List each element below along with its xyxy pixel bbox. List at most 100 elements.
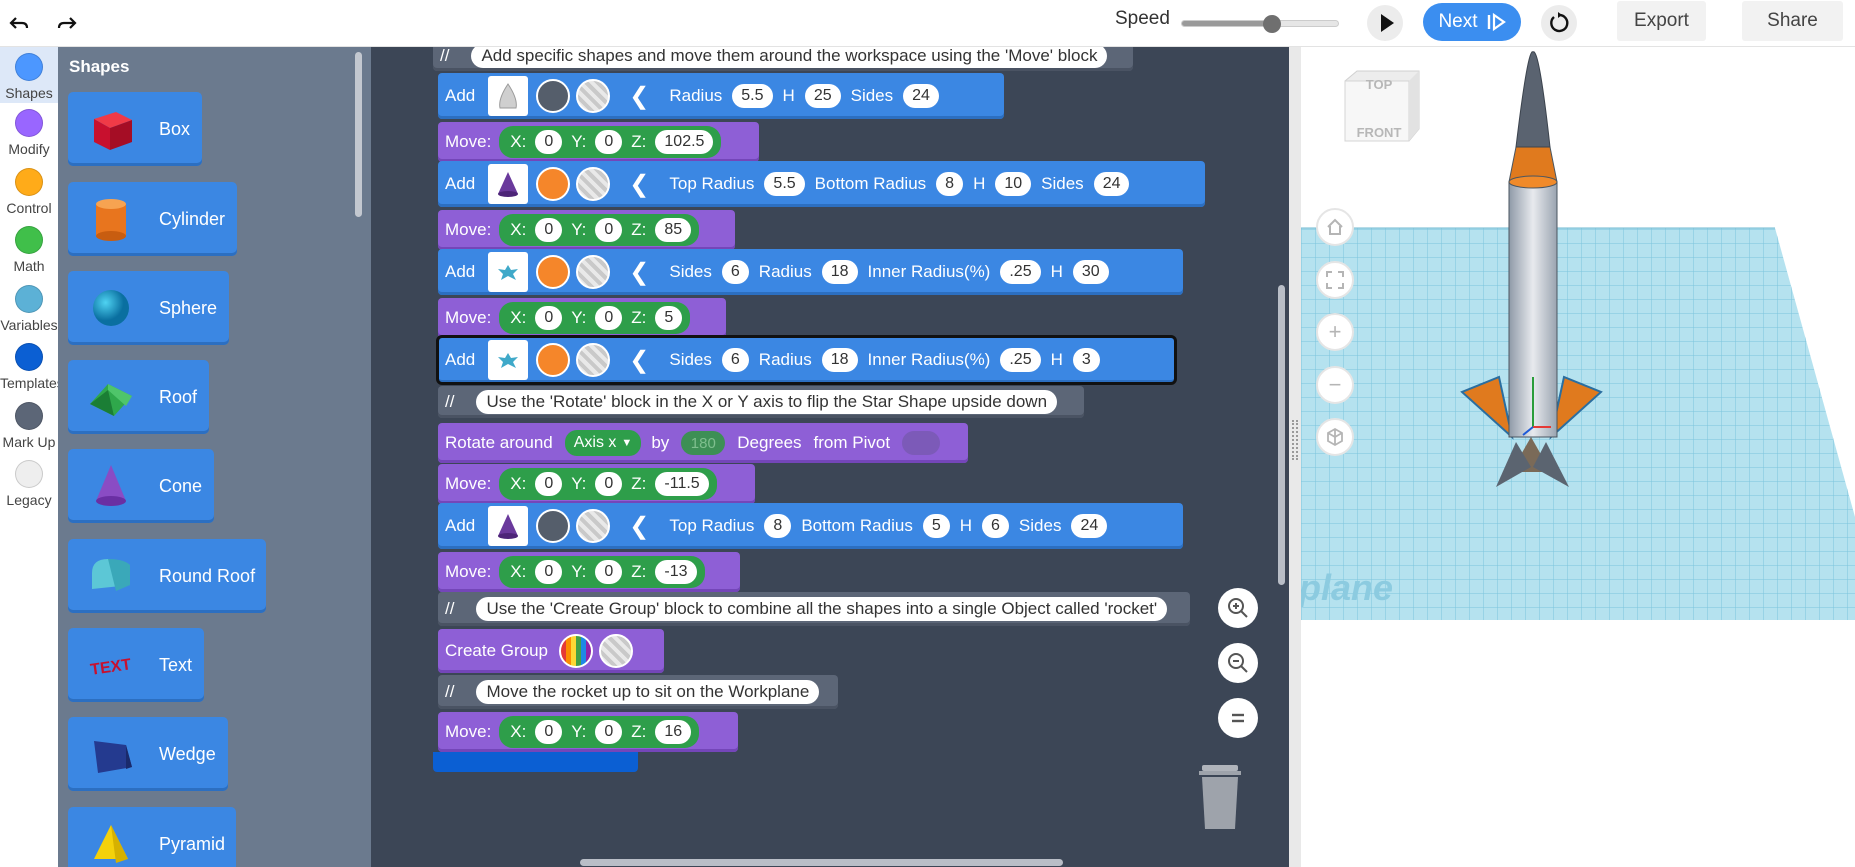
hole-swatch[interactable]	[576, 255, 611, 289]
view-cube-front[interactable]: FRONT	[1349, 125, 1409, 140]
comment-block[interactable]: // Use the 'Rotate' block in the X or Y …	[438, 386, 1084, 418]
star-icon[interactable]	[488, 340, 529, 380]
x-input[interactable]: 0	[535, 720, 563, 744]
bottom-radius-input[interactable]: 5	[922, 514, 950, 538]
workspace-horizontal-scrollbar[interactable]	[580, 859, 1063, 866]
add-shape-block[interactable]: Add ❮ Sides 6 Radius 18 Inner Radius(%) …	[438, 249, 1183, 295]
shape-box[interactable]: Box	[68, 92, 202, 166]
flyout-scrollbar[interactable]	[355, 52, 362, 217]
sides-input[interactable]: 24	[903, 84, 939, 108]
color-swatch[interactable]	[536, 167, 571, 201]
hole-swatch[interactable]	[599, 634, 633, 668]
next-button[interactable]: Next	[1423, 3, 1521, 41]
reset-button[interactable]	[1541, 5, 1577, 41]
z-input[interactable]: 85	[655, 218, 692, 242]
sides-input[interactable]: 6	[721, 260, 749, 284]
zoom-reset-button[interactable]	[1218, 698, 1258, 738]
collapse-chevron-icon[interactable]: ❮	[629, 170, 649, 199]
radius-input[interactable]: 18	[821, 260, 858, 284]
shape-sphere[interactable]: Sphere	[68, 271, 229, 345]
comment-block[interactable]: // Use the 'Create Group' block to combi…	[438, 592, 1190, 626]
color-swatch[interactable]	[536, 343, 571, 377]
x-input[interactable]: 0	[535, 560, 563, 584]
code-workspace[interactable]: // Add specific shapes and move them aro…	[371, 47, 1289, 867]
y-input[interactable]: 0	[595, 130, 623, 154]
z-input[interactable]: -11.5	[655, 472, 709, 496]
shape-cone[interactable]: Cone	[68, 449, 214, 523]
shape-round-roof[interactable]: Round Roof	[68, 539, 266, 613]
hole-swatch[interactable]	[576, 343, 611, 377]
hole-swatch[interactable]	[576, 509, 611, 543]
move-block[interactable]: Move: X: 0 Y: 0 Z: 16	[438, 712, 738, 752]
collapse-chevron-icon[interactable]: ❮	[629, 512, 649, 541]
export-button[interactable]: Export	[1617, 1, 1706, 41]
add-shape-block-selected[interactable]: Add ❮ Sides 6 Radius 18 Inner Radius(%) …	[436, 335, 1177, 385]
height-input[interactable]: 6	[982, 514, 1009, 538]
add-shape-block[interactable]: Add ❮ Radius 5.5 H 25 Sides 24	[438, 73, 1004, 119]
y-input[interactable]: 0	[595, 720, 623, 744]
add-shape-block[interactable]: Add ❮ Top Radius 5.5 Bottom Radius 8 H 1…	[438, 161, 1205, 207]
bottom-radius-input[interactable]: 8	[936, 172, 964, 196]
axis-dropdown[interactable]: Axis x ▼	[564, 430, 642, 456]
star-icon[interactable]	[488, 252, 529, 292]
move-block[interactable]: Move: X: 0 Y: 0 Z: -11.5	[438, 464, 755, 504]
share-button[interactable]: Share	[1742, 1, 1843, 41]
radius-input[interactable]: 18	[821, 348, 858, 372]
y-input[interactable]: 0	[595, 560, 623, 584]
degrees-input[interactable]: 180	[681, 431, 726, 455]
sides-input[interactable]: 24	[1071, 514, 1108, 538]
move-block[interactable]: Move: X: 0 Y: 0 Z: -13	[438, 552, 740, 592]
zoom-out-view-button[interactable]: −	[1316, 366, 1354, 404]
category-modify[interactable]: Modify	[0, 109, 58, 157]
create-group-block[interactable]: Create Group	[438, 629, 664, 673]
inner-radius-input[interactable]: .25	[1000, 348, 1041, 372]
speed-slider-thumb[interactable]	[1263, 15, 1282, 33]
shape-cylinder[interactable]: Cylinder	[68, 182, 237, 256]
z-input[interactable]: 16	[655, 720, 692, 744]
cone-icon[interactable]	[488, 164, 529, 204]
inner-radius-input[interactable]: .25	[1000, 260, 1041, 284]
shape-text[interactable]: TEXT Text	[68, 628, 204, 702]
sides-input[interactable]: 6	[721, 348, 749, 372]
paraboloid-icon[interactable]	[488, 76, 529, 116]
category-markup[interactable]: Mark Up	[0, 402, 58, 450]
zoom-in-button[interactable]	[1218, 588, 1258, 628]
comment-text[interactable]: Add specific shapes and move them around…	[471, 47, 1108, 68]
y-input[interactable]: 0	[595, 306, 623, 330]
drag-handle-icon[interactable]	[1292, 420, 1298, 460]
collapse-chevron-icon[interactable]: ❮	[629, 346, 649, 375]
y-input[interactable]: 0	[595, 218, 623, 242]
fit-view-button[interactable]	[1316, 261, 1354, 299]
comment-text[interactable]: Move the rocket up to sit on the Workpla…	[476, 680, 820, 704]
pivot-slot[interactable]	[902, 431, 941, 455]
collapse-chevron-icon[interactable]: ❮	[629, 82, 649, 111]
multicolor-swatch[interactable]	[559, 634, 593, 668]
height-input[interactable]: 3	[1072, 348, 1100, 372]
shape-pyramid[interactable]: Pyramid	[68, 807, 236, 867]
radius-input[interactable]: 5.5	[732, 84, 773, 108]
undo-icon[interactable]	[3, 8, 35, 40]
workspace-vertical-scrollbar[interactable]	[1278, 285, 1285, 585]
category-variables[interactable]: Variables	[0, 285, 58, 333]
category-shapes[interactable]: Shapes	[0, 47, 58, 103]
category-templates[interactable]: Templates	[0, 343, 64, 391]
color-swatch[interactable]	[536, 509, 571, 543]
z-input[interactable]: 5	[655, 306, 683, 330]
zoom-out-button[interactable]	[1218, 643, 1258, 683]
height-input[interactable]: 30	[1072, 260, 1109, 284]
hole-swatch[interactable]	[576, 79, 611, 113]
x-input[interactable]: 0	[535, 130, 563, 154]
x-input[interactable]: 0	[535, 306, 563, 330]
color-swatch[interactable]	[536, 255, 571, 289]
height-input[interactable]: 25	[804, 84, 841, 108]
3d-viewport[interactable]: plane TOP FRONT + −	[1301, 47, 1855, 867]
comment-block[interactable]: // Add specific shapes and move them aro…	[433, 47, 1133, 71]
hole-swatch[interactable]	[576, 167, 611, 201]
category-math[interactable]: Math	[0, 226, 58, 274]
category-control[interactable]: Control	[0, 168, 58, 216]
speed-slider[interactable]	[1181, 15, 1339, 33]
perspective-button[interactable]	[1316, 418, 1354, 456]
view-cube[interactable]: TOP FRONT	[1339, 69, 1421, 169]
redo-icon[interactable]	[51, 8, 83, 40]
z-input[interactable]: -13	[655, 560, 697, 584]
